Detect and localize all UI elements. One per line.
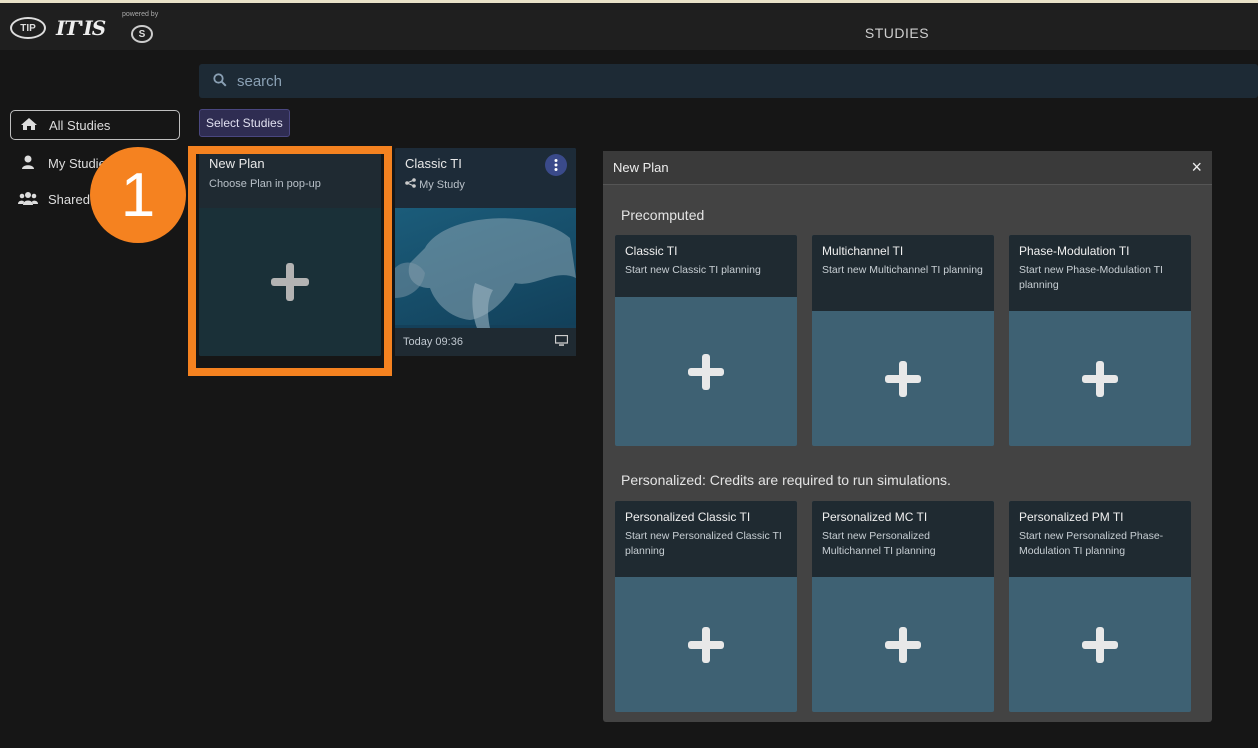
monitor-icon xyxy=(554,334,569,349)
plan-card-personalized-pm-ti[interactable]: Personalized PM TI Start new Personalize… xyxy=(1009,501,1191,712)
modal-title: New Plan xyxy=(613,160,669,175)
plan-card-body xyxy=(615,297,797,446)
plan-card-header: Classic TI Start new Classic TI planning xyxy=(615,235,797,297)
home-icon xyxy=(19,117,39,134)
plan-card-desc: Start new Personalized Phase-Modulation … xyxy=(1019,530,1164,557)
plan-card-title: Personalized PM TI xyxy=(1019,510,1124,524)
sidebar-item-label: Shared xyxy=(48,191,90,207)
card-date: Today 09:36 xyxy=(403,336,463,348)
search-input[interactable] xyxy=(237,72,837,90)
top-bar: TIP IT'IS powered by S STUDIES xyxy=(0,0,1258,50)
plus-icon xyxy=(1082,360,1118,397)
card-title: New Plan xyxy=(209,156,265,171)
section-title-precomputed: Precomputed xyxy=(621,207,705,223)
card-footer: Today 09:36 xyxy=(395,328,576,356)
plan-card-title: Personalized Classic TI xyxy=(625,510,751,524)
users-icon xyxy=(18,191,38,208)
search-icon xyxy=(213,72,227,90)
plus-icon xyxy=(271,263,309,301)
card-subtitle: Choose Plan in pop-up xyxy=(209,178,321,190)
plan-card-header: Personalized PM TI Start new Personalize… xyxy=(1009,501,1191,577)
plan-card-body xyxy=(812,577,994,712)
plan-card-header: Phase-Modulation TI Start new Phase-Modu… xyxy=(1009,235,1191,311)
plus-icon xyxy=(885,626,921,663)
new-plan-card[interactable]: New Plan Choose Plan in pop-up xyxy=(199,148,381,356)
powered-by-label: powered by xyxy=(122,11,159,18)
plan-card-header: Personalized Classic TI Start new Person… xyxy=(615,501,797,577)
share-icon xyxy=(405,178,419,191)
plan-card-title: Personalized MC TI xyxy=(822,510,928,524)
card-subtitle: My Study xyxy=(405,178,566,191)
plus-icon xyxy=(885,360,921,397)
select-studies-button[interactable]: Select Studies xyxy=(199,109,290,137)
plan-card-multichannel-ti[interactable]: Multichannel TI Start new Multichannel T… xyxy=(812,235,994,446)
card-title: Classic TI xyxy=(405,156,462,171)
plan-card-desc: Start new Multichannel TI planning xyxy=(822,264,983,276)
card-header: New Plan Choose Plan in pop-up xyxy=(199,148,381,208)
section-title-personalized: Personalized: Credits are required to ru… xyxy=(621,472,951,488)
plan-card-body xyxy=(1009,577,1191,712)
more-options-icon[interactable] xyxy=(545,154,567,176)
plus-icon xyxy=(688,353,724,390)
plan-card-body xyxy=(812,311,994,446)
close-icon[interactable]: × xyxy=(1191,157,1202,178)
plan-card-body xyxy=(1009,311,1191,446)
modal-header: New Plan × xyxy=(603,151,1212,185)
plus-icon xyxy=(688,626,724,663)
new-plan-modal: New Plan × Precomputed Classic TI Start … xyxy=(603,151,1212,722)
user-icon xyxy=(18,155,38,172)
card-owner: My Study xyxy=(419,179,465,191)
sidebar-item-label: All Studies xyxy=(49,117,111,133)
plan-card-personalized-mc-ti[interactable]: Personalized MC TI Start new Personalize… xyxy=(812,501,994,712)
card-body xyxy=(199,208,381,356)
plan-card-title: Multichannel TI xyxy=(822,244,904,258)
plan-card-header: Personalized MC TI Start new Personalize… xyxy=(812,501,994,577)
brain-thumbnail xyxy=(395,208,576,328)
plus-icon xyxy=(1082,626,1118,663)
study-card-classic-ti[interactable]: Classic TI My Study xyxy=(395,148,576,356)
plan-card-desc: Start new Classic TI planning xyxy=(625,264,761,276)
plan-card-desc: Start new Personalized Classic TI planni… xyxy=(625,530,782,557)
plan-card-personalized-classic-ti[interactable]: Personalized Classic TI Start new Person… xyxy=(615,501,797,712)
plan-card-desc: Start new Phase-Modulation TI planning xyxy=(1019,264,1163,291)
step-badge: 1 xyxy=(90,147,186,243)
plan-card-phase-modulation-ti[interactable]: Phase-Modulation TI Start new Phase-Modu… xyxy=(1009,235,1191,446)
plan-card-classic-ti[interactable]: Classic TI Start new Classic TI planning xyxy=(615,235,797,446)
plan-card-title: Phase-Modulation TI xyxy=(1019,244,1130,258)
sidebar-item-all-studies[interactable]: All Studies xyxy=(10,110,180,140)
plan-card-title: Classic TI xyxy=(625,244,678,258)
page-title: STUDIES xyxy=(864,25,930,41)
plan-card-desc: Start new Personalized Multichannel TI p… xyxy=(822,530,936,557)
search-bar[interactable] xyxy=(199,64,1258,98)
plan-card-body xyxy=(615,577,797,712)
plan-card-header: Multichannel TI Start new Multichannel T… xyxy=(812,235,994,311)
